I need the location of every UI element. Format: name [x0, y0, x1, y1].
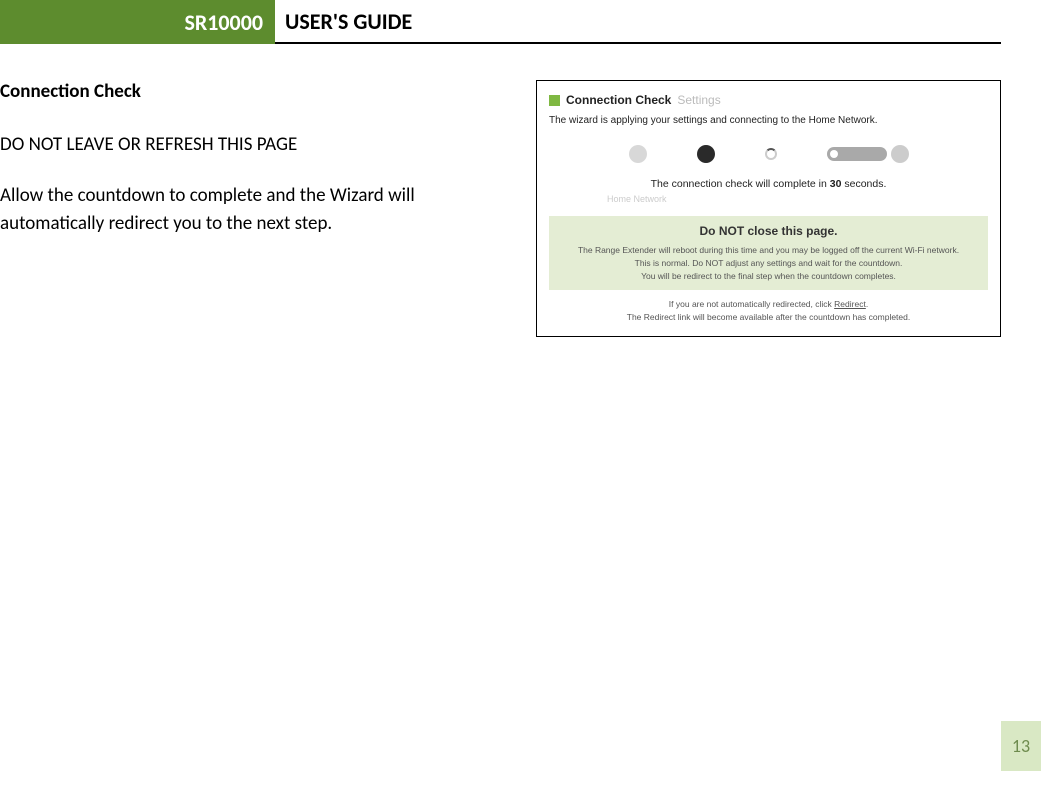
warning-text: DO NOT LEAVE OR REFRESH THIS PAGE: [0, 131, 480, 160]
panel-title: Connection Check: [566, 93, 671, 107]
left-column: Connection Check DO NOT LEAVE OR REFRESH…: [0, 80, 480, 239]
product-badge: SR10000: [0, 0, 275, 44]
panel-indicator-icon: [549, 95, 560, 106]
page-header: SR10000 USER'S GUIDE: [0, 0, 1041, 44]
connection-diagram: [549, 136, 988, 172]
node-icon: [891, 145, 909, 163]
panel-description: The wizard is applying your settings and…: [549, 115, 988, 126]
notice-title: Do NOT close this page.: [555, 224, 982, 238]
node-icon: [629, 145, 647, 163]
countdown-text: The connection check will complete in 30…: [549, 178, 988, 190]
countdown-seconds: 30: [830, 178, 842, 190]
embedded-screenshot: Connection Check Settings The wizard is …: [536, 80, 1001, 337]
node-icon: [697, 145, 715, 163]
page-number: 13: [1001, 721, 1041, 771]
guide-title: USER'S GUIDE: [275, 0, 1001, 44]
device-pill-icon: [827, 147, 887, 161]
product-name: SR10000: [184, 9, 263, 36]
panel-header: Connection Check Settings: [549, 93, 988, 107]
spinner-icon: [765, 148, 777, 160]
extender-group: [827, 145, 909, 163]
notice-box: Do NOT close this page. The Range Extend…: [549, 216, 988, 290]
body-paragraph: Allow the countdown to complete and the …: [0, 182, 480, 239]
page-content: Connection Check DO NOT LEAVE OR REFRESH…: [0, 80, 1041, 337]
panel-title-dim: Settings: [677, 93, 720, 107]
notice-body: The Range Extender will reboot during th…: [555, 244, 982, 282]
redirect-note: If you are not automatically redirected,…: [549, 298, 988, 324]
section-heading: Connection Check: [0, 80, 480, 103]
redirect-link[interactable]: Redirect: [834, 299, 866, 309]
dim-label: Home Network: [549, 194, 988, 204]
